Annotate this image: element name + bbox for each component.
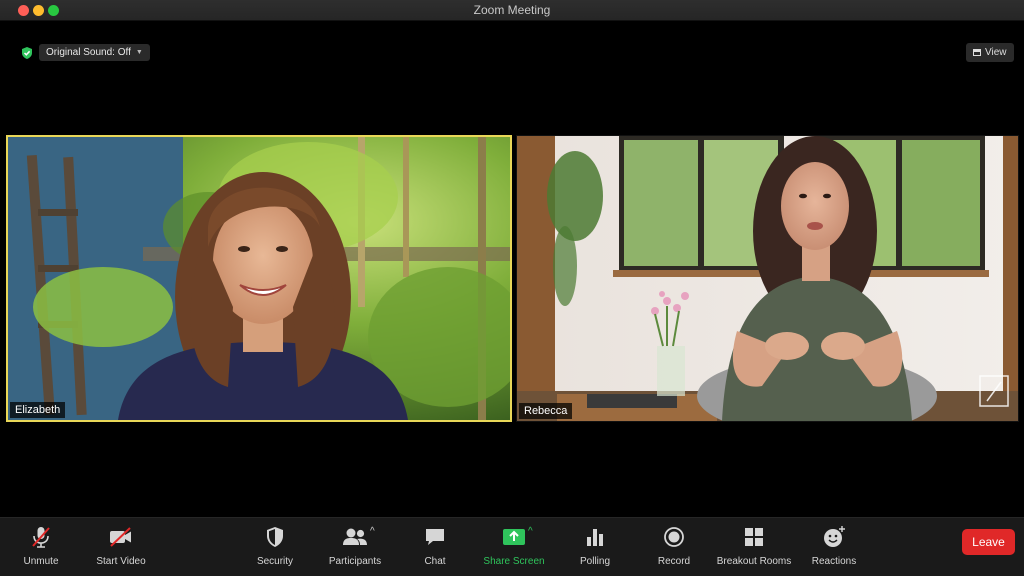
- leave-label: Leave: [972, 535, 1005, 549]
- share-screen-options-chevron-up-icon[interactable]: ^: [528, 526, 533, 537]
- breakout-rooms-grid-icon: [741, 525, 767, 549]
- video-tile-rebecca[interactable]: Rebecca: [516, 135, 1019, 422]
- polling-bar-chart-icon: [582, 525, 608, 549]
- security-shield-icon: [262, 525, 288, 549]
- share-screen-icon: [501, 525, 527, 549]
- polling-label: Polling: [579, 556, 611, 567]
- polling-button[interactable]: Polling: [578, 523, 612, 571]
- view-label: View: [985, 47, 1007, 58]
- start-video-label: Start Video: [96, 556, 146, 567]
- reactions-label: Reactions: [811, 556, 857, 567]
- record-button[interactable]: Record: [657, 523, 691, 571]
- view-grid-icon: [973, 49, 981, 56]
- breakout-rooms-button[interactable]: Breakout Rooms: [717, 523, 791, 571]
- window-title: Zoom Meeting: [473, 3, 551, 17]
- video-tile-elizabeth[interactable]: Elizabeth: [6, 135, 512, 422]
- chat-label: Chat: [424, 556, 446, 567]
- meeting-toolbar: Unmute Start Video Security Participants…: [0, 517, 1024, 576]
- security-label: Security: [256, 556, 294, 567]
- participants-options-chevron-up-icon[interactable]: ^: [370, 526, 375, 537]
- reactions-emoji-icon: [821, 525, 847, 549]
- participant-video-elizabeth: [8, 137, 510, 420]
- original-sound-label: Original Sound: Off: [46, 47, 131, 58]
- video-camera-off-icon: [108, 525, 134, 549]
- share-screen-label: Share Screen: [483, 556, 545, 567]
- microphone-muted-icon: [28, 525, 54, 549]
- chat-bubble-icon: [422, 525, 448, 549]
- participants-icon: [342, 525, 368, 549]
- participant-name-tag: Elizabeth: [10, 402, 66, 418]
- original-sound-control: Original Sound: Off ▼: [20, 43, 150, 62]
- share-screen-button[interactable]: Share Screen: [483, 523, 545, 571]
- participant-video-rebecca: [517, 136, 1018, 421]
- window-titlebar: Zoom Meeting: [0, 0, 1024, 21]
- video-stage: Original Sound: Off ▼ View Elizabeth Reb…: [0, 21, 1024, 517]
- reactions-button[interactable]: Reactions: [811, 523, 857, 571]
- security-button[interactable]: Security: [255, 523, 295, 571]
- unmute-label: Unmute: [23, 556, 59, 567]
- view-button[interactable]: View: [966, 43, 1014, 62]
- participant-name-tag: Rebecca: [519, 403, 573, 419]
- start-video-button[interactable]: Start Video: [94, 523, 148, 571]
- participants-label: Participants: [328, 556, 382, 567]
- original-sound-button[interactable]: Original Sound: Off ▼: [39, 44, 150, 61]
- breakout-rooms-label: Breakout Rooms: [716, 556, 792, 567]
- chat-button[interactable]: Chat: [420, 523, 450, 571]
- caret-down-icon: ▼: [135, 49, 143, 56]
- leave-meeting-button[interactable]: Leave: [962, 529, 1015, 555]
- unmute-button[interactable]: Unmute: [22, 523, 60, 571]
- record-label: Record: [657, 556, 691, 567]
- record-icon: [661, 525, 687, 549]
- shield-check-icon: [22, 46, 32, 59]
